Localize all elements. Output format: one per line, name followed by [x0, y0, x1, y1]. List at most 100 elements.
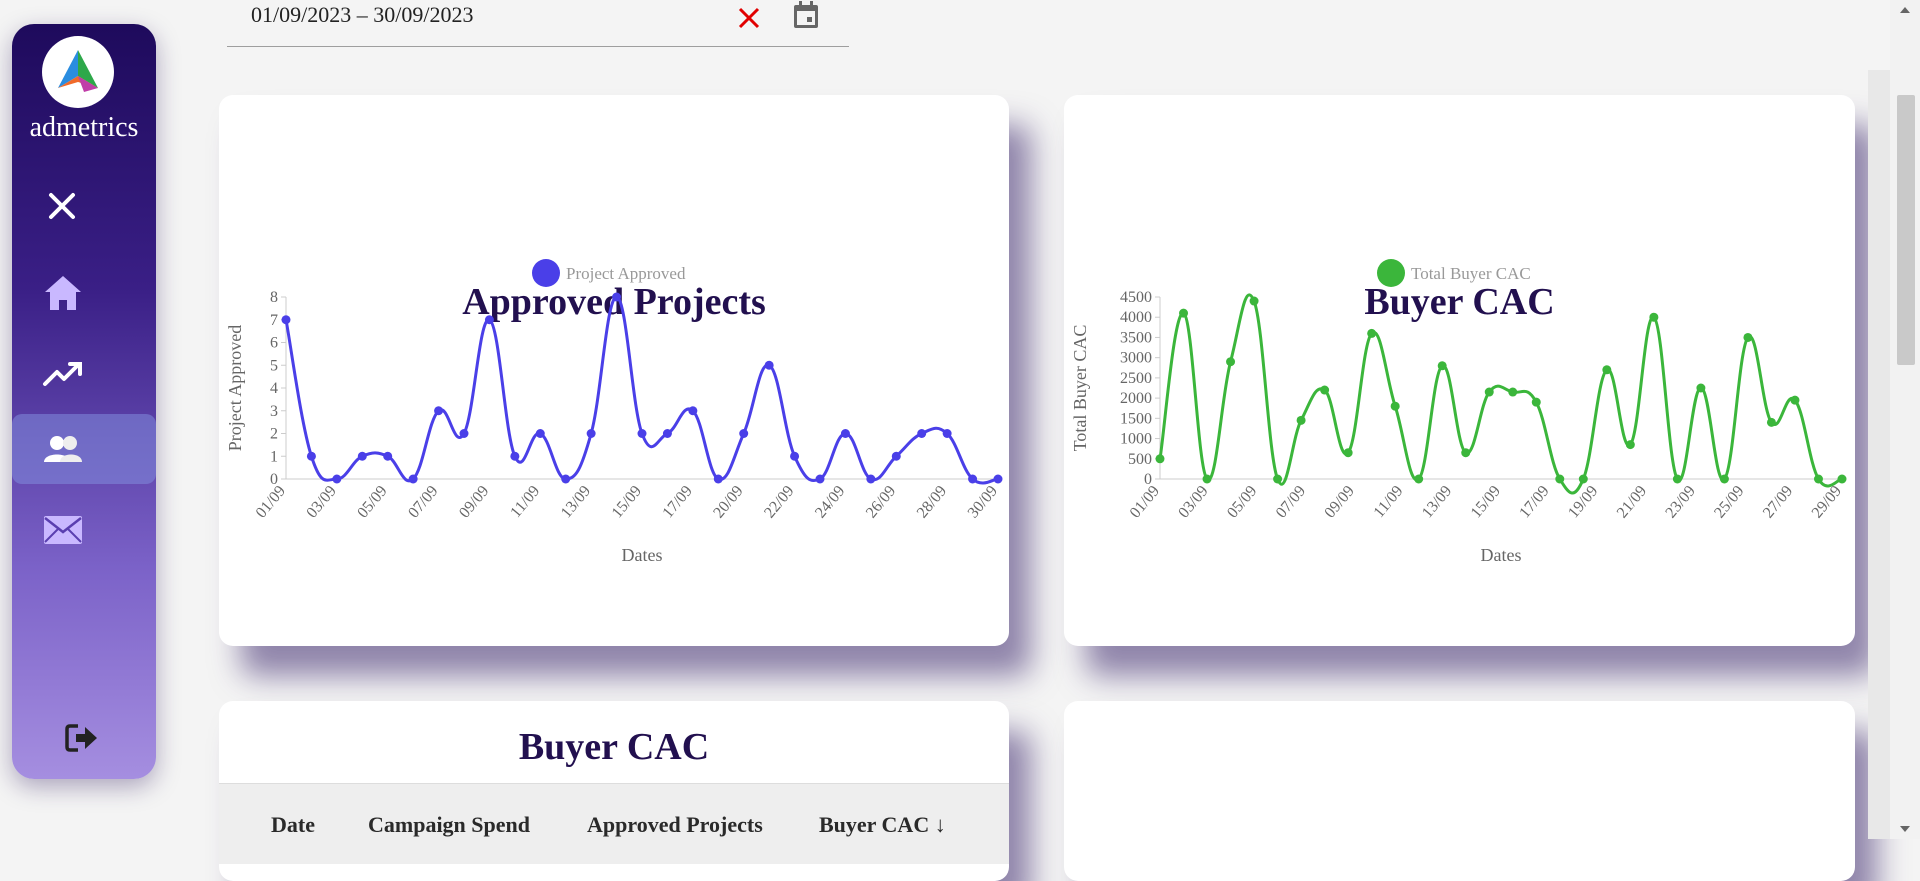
data-point: [1179, 308, 1189, 318]
clear-icon[interactable]: [736, 4, 762, 30]
y-tick-label: 500: [1128, 451, 1152, 468]
data-point: [408, 474, 418, 484]
x-axis-label: Dates: [622, 545, 663, 565]
data-point: [840, 429, 850, 438]
data-point: [1602, 365, 1612, 375]
users-icon: [44, 436, 82, 462]
y-tick-label: 4000: [1120, 309, 1152, 326]
scroll-up-icon[interactable]: [1890, 0, 1920, 20]
data-point: [739, 429, 749, 438]
data-point: [1484, 387, 1494, 397]
data-point: [713, 474, 723, 484]
date-range-value[interactable]: 01/09/2023 – 30/09/2023: [251, 2, 473, 28]
logo-icon: [58, 50, 98, 92]
data-point: [484, 315, 494, 325]
data-point: [1696, 383, 1706, 393]
sidebar-item-messages[interactable]: [12, 496, 156, 566]
data-point: [968, 474, 978, 484]
data-point: [1555, 474, 1565, 484]
series-line: [1158, 293, 1843, 495]
data-point: [586, 429, 596, 438]
y-tick-label: 8: [270, 289, 278, 306]
empty-card: [1064, 701, 1855, 881]
data-point: [281, 315, 291, 325]
data-point: [306, 451, 316, 461]
x-tick-label: 11/09: [1371, 483, 1407, 521]
data-point: [1414, 474, 1424, 484]
data-point: [1367, 328, 1377, 338]
data-point: [1508, 387, 1518, 397]
legend-label: Project Approved: [566, 264, 686, 283]
data-point: [1202, 474, 1212, 484]
legend-marker: [1377, 259, 1405, 287]
data-point: [510, 451, 520, 461]
trending-up-icon: [43, 362, 82, 386]
calendar-icon[interactable]: [791, 0, 821, 30]
data-point: [1531, 397, 1541, 407]
x-tick-label: 26/09: [863, 483, 899, 522]
data-point: [612, 292, 622, 302]
data-point: [1813, 474, 1823, 484]
sidebar: admetrics: [12, 24, 156, 779]
sidebar-item-home[interactable]: [12, 259, 156, 329]
y-tick-label: 3000: [1120, 350, 1152, 367]
x-tick-label: 05/09: [354, 483, 390, 522]
x-tick-label: 09/09: [456, 483, 492, 522]
x-tick-label: 17/09: [659, 483, 695, 522]
x-tick-label: 01/09: [1127, 483, 1163, 522]
scrollbar[interactable]: [1890, 0, 1920, 839]
series-line: [284, 295, 999, 485]
close-icon: [49, 193, 75, 219]
data-point: [815, 474, 825, 484]
data-point: [1461, 448, 1471, 458]
data-point: [561, 474, 571, 484]
data-point: [1155, 454, 1165, 464]
data-point: [535, 429, 545, 438]
y-axis-label: Project Approved: [225, 325, 245, 451]
y-axis-label: Total Buyer CAC: [1070, 325, 1090, 452]
close-sidebar-button[interactable]: [12, 174, 156, 244]
data-point: [1437, 361, 1447, 371]
y-tick-label: 4500: [1120, 289, 1152, 306]
x-tick-label: 28/09: [914, 483, 950, 522]
data-point: [459, 429, 469, 438]
data-point: [1249, 296, 1259, 306]
x-tick-label: 15/09: [609, 483, 645, 522]
buyer-cac-table-card: Buyer CAC Date Campaign Spend Approved P…: [219, 701, 1009, 881]
approved-projects-card: Approved Projects Project Approved 0 1 2 3 4 5…: [219, 95, 1009, 646]
data-point: [993, 474, 1003, 484]
data-point: [891, 451, 901, 461]
logout-icon: [65, 724, 97, 752]
x-tick-label: 25/09: [1711, 483, 1747, 522]
legend-label: Total Buyer CAC: [1411, 264, 1531, 283]
data-point: [1390, 401, 1400, 411]
y-tick-label: 7: [270, 312, 278, 329]
x-tick-label: 20/09: [710, 483, 746, 522]
y-tick-label: 1: [270, 448, 278, 465]
sidebar-item-analytics[interactable]: [12, 342, 156, 412]
x-tick-label: 09/09: [1321, 483, 1357, 522]
y-tick-label: 2500: [1120, 370, 1152, 387]
data-point: [790, 451, 800, 461]
date-range-field[interactable]: 01/09/2023 – 30/09/2023: [227, 0, 849, 47]
scroll-down-icon[interactable]: [1890, 819, 1920, 839]
column-header-buyer-cac[interactable]: Buyer CAC ↓: [819, 812, 946, 838]
table-title: Buyer CAC: [518, 726, 710, 768]
data-point: [1226, 357, 1236, 367]
y-tick-label: 2000: [1120, 390, 1152, 407]
column-header-date[interactable]: Date: [271, 812, 315, 838]
logo: [42, 36, 114, 108]
data-point: [942, 429, 952, 438]
data-point: [764, 360, 774, 370]
logout-button[interactable]: [12, 704, 156, 774]
data-point: [688, 406, 698, 416]
content-edge: [1868, 70, 1890, 839]
x-tick-label: 13/09: [1419, 483, 1455, 522]
data-point: [917, 429, 927, 438]
sidebar-item-users[interactable]: [12, 414, 156, 484]
y-tick-label: 1000: [1120, 431, 1152, 448]
data-point: [1649, 312, 1659, 322]
scroll-thumb[interactable]: [1897, 95, 1915, 365]
column-header-campaign-spend[interactable]: Campaign Spend: [368, 812, 530, 838]
column-header-approved-projects[interactable]: Approved Projects: [587, 812, 763, 838]
